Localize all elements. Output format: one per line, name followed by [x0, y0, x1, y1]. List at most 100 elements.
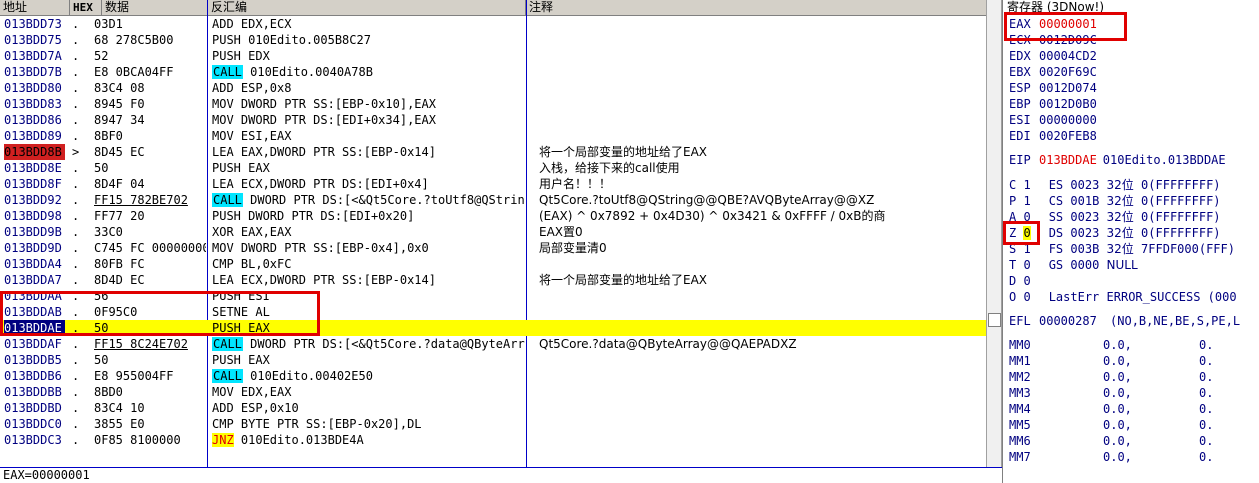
register-efl[interactable]: EFL 00000287 (NO,B,NE,BE,S,PE,L — [1009, 313, 1240, 329]
row-hex-data: 8BD0 — [94, 385, 123, 399]
mmx-name: MM6 — [1009, 434, 1031, 448]
flag-value[interactable]: 1 — [1023, 194, 1030, 208]
row-address: 013BDDBD — [4, 400, 68, 416]
row-instruction: XOR EAX,EAX — [212, 225, 292, 239]
register-ebx[interactable]: EBX 0020F69C — [1009, 64, 1097, 80]
table-row[interactable]: 013BDD7B. E8 0BCA04FF CALL 010Edito.0040A7… — [0, 64, 986, 80]
row-instruction: PUSH 010Edito.005B8C27 — [212, 33, 371, 47]
flag-p[interactable]: P 1 CS 001B 32位 0(FFFFFFFF) — [1009, 193, 1221, 209]
row-address: 013BDDAF — [4, 336, 68, 352]
register-esp[interactable]: ESP 0012D074 — [1009, 80, 1097, 96]
row-comment — [539, 368, 984, 384]
flag-d[interactable]: D 0 — [1009, 273, 1049, 289]
table-row[interactable]: 013BDD80. 83C4 08 ADD ESP,0x8 — [0, 80, 986, 96]
table-row[interactable]: 013BDDC3. 0F85 8100000 JNZ 010Edito.013BDE… — [0, 432, 986, 448]
jump-marker: . — [72, 337, 80, 351]
table-row[interactable]: 013BDDB5. 50 PUSH EAX — [0, 352, 986, 368]
flag-t[interactable]: T 0 GS 0000 NULL — [1009, 257, 1138, 273]
register-mm2[interactable]: MM2 0.0, 0. — [1009, 369, 1213, 385]
register-mm7[interactable]: MM7 0.0, 0. — [1009, 449, 1213, 465]
table-row[interactable]: 013BDD92. FF15 782BE702 CALL DWORD PTR DS:… — [0, 192, 986, 208]
register-mm0[interactable]: MM0 0.0, 0. — [1009, 337, 1213, 353]
table-row[interactable]: 013BDD75. 68 278C5B00 PUSH 010Edito.005B8C… — [0, 32, 986, 48]
flag-z[interactable]: Z 0 DS 0023 32位 0(FFFFFFFF) — [1009, 225, 1221, 241]
header-disassembly[interactable]: 反汇编 — [208, 0, 526, 15]
register-mm1[interactable]: MM1 0.0, 0. — [1009, 353, 1213, 369]
table-row[interactable]: 013BDD8E. 50 PUSH EAX 入栈，给接下来的call使用 — [0, 160, 986, 176]
scrollbar-thumb[interactable] — [988, 313, 1001, 327]
register-value[interactable]: 0012D074 — [1039, 81, 1097, 95]
table-row[interactable]: 013BDD89. 8BF0 MOV ESI,EAX — [0, 128, 986, 144]
flag-value[interactable]: 0 — [1023, 258, 1030, 272]
flag-value[interactable]: 1 — [1023, 178, 1030, 192]
table-row[interactable]: 013BDDA4. 80FB FC CMP BL,0xFC — [0, 256, 986, 272]
flag-name: T — [1009, 258, 1017, 272]
register-name: ESI — [1009, 113, 1031, 127]
header-data[interactable]: 数据 — [102, 0, 208, 15]
register-edi[interactable]: EDI 0020FEB8 — [1009, 128, 1097, 144]
table-row[interactable]: 013BDD86. 8947 34 MOV DWORD PTR DS:[EDI+0x… — [0, 112, 986, 128]
row-comment: 将一个局部变量的地址给了EAX — [539, 273, 708, 287]
address-text: 013BDD8B — [4, 144, 65, 160]
register-mm3[interactable]: MM3 0.0, 0. — [1009, 385, 1213, 401]
jump-marker: . — [72, 161, 80, 175]
row-comment — [539, 96, 984, 112]
header-address[interactable]: 地址 — [0, 0, 70, 15]
register-ebp[interactable]: EBP 0012D0B0 — [1009, 96, 1097, 112]
row-instruction: LEA ECX,DWORD PTR SS:[EBP-0x14] — [212, 273, 436, 287]
register-value[interactable]: 00000287 — [1039, 314, 1097, 328]
table-row[interactable]: 013BDD9D. C745 FC 00000000 MOV DWORD PTR S… — [0, 240, 986, 256]
vertical-scrollbar[interactable] — [986, 0, 1002, 467]
segment-name: SS — [1048, 210, 1064, 224]
register-mm6[interactable]: MM6 0.0, 0. — [1009, 433, 1213, 449]
header-comment[interactable]: 注释 — [526, 0, 986, 15]
mmx-name: MM4 — [1009, 402, 1031, 416]
register-name: EIP — [1009, 153, 1031, 167]
flag-s[interactable]: S 1 FS 003B 32位 7FFDF000(FFF) — [1009, 241, 1235, 257]
table-row[interactable]: 013BDDA7. 8D4D EC LEA ECX,DWORD PTR SS:[EB… — [0, 272, 986, 288]
jump-marker: > — [72, 145, 80, 159]
flag-value[interactable]: 0 — [1023, 290, 1030, 304]
jump-marker: . — [72, 193, 80, 207]
table-row[interactable]: 013BDDC0. 3855 E0 CMP BYTE PTR SS:[EBP-0x2… — [0, 416, 986, 432]
register-value[interactable]: 0012D0B0 — [1039, 97, 1097, 111]
flag-value[interactable]: 0 — [1023, 274, 1030, 288]
address-text: 013BDDA7 — [4, 273, 62, 287]
row-address: 013BDD75 — [4, 32, 68, 48]
registers-pane[interactable]: 寄存器 (3DNow!) EAX 00000001 ECX 0012D09C EDX 00… — [1002, 0, 1259, 483]
register-value[interactable]: 0020FEB8 — [1039, 129, 1097, 143]
mmx-value-b: 0. — [1199, 370, 1214, 384]
register-edx[interactable]: EDX 00004CD2 — [1009, 48, 1097, 64]
register-value[interactable]: 013BDDAE — [1039, 153, 1097, 167]
address-text: 013BDD8F — [4, 177, 62, 191]
register-eip[interactable]: EIP 013BDDAE 010Edito.013BDDAE — [1009, 152, 1226, 168]
flag-o[interactable]: O 0 LastErr ERROR_SUCCESS (000 — [1009, 289, 1237, 305]
register-mm4[interactable]: MM4 0.0, 0. — [1009, 401, 1213, 417]
table-row[interactable]: 013BDD8F. 8D4F 04 LEA ECX,DWORD PTR DS:[ED… — [0, 176, 986, 192]
table-row[interactable]: 013BDD98. FF77 20 PUSH DWORD PTR DS:[EDI+0… — [0, 208, 986, 224]
table-row[interactable]: 013BDDBB. 8BD0 MOV EDX,EAX — [0, 384, 986, 400]
register-value[interactable]: 0020F69C — [1039, 65, 1097, 79]
segment-bits: 32位 — [1106, 210, 1134, 224]
jump-marker: . — [72, 177, 80, 191]
table-row[interactable]: 013BDDBD. 83C4 10 ADD ESP,0x10 — [0, 400, 986, 416]
row-instruction: ADD ESP,0x10 — [212, 401, 299, 415]
row-instruction: PUSH DWORD PTR DS:[EDI+0x20] — [212, 209, 415, 223]
table-row[interactable]: 013BDD9B. 33C0 XOR EAX,EAX EAX置0 — [0, 224, 986, 240]
setne-highlight-box — [0, 291, 320, 336]
disassembly-pane[interactable]: 地址 HEX 数据 反汇编 注释 013BDD73. 03D1 ADD EDX,EC… — [0, 0, 986, 467]
table-row[interactable]: 013BDD83. 8945 F0 MOV DWORD PTR SS:[EBP-0x… — [0, 96, 986, 112]
table-row[interactable]: 013BDD73. 03D1 ADD EDX,ECX — [0, 16, 986, 32]
register-value[interactable]: 00004CD2 — [1039, 49, 1097, 63]
register-esi[interactable]: ESI 00000000 — [1009, 112, 1097, 128]
table-row[interactable]: 013BDDAF. FF15 8C24E702 CALL DWORD PTR DS:… — [0, 336, 986, 352]
table-row[interactable]: 013BDDB6. E8 955004FF CALL 010Edito.00402E… — [0, 368, 986, 384]
header-hex[interactable]: HEX — [70, 0, 102, 15]
table-row[interactable]: 013BDD7A. 52 PUSH EDX — [0, 48, 986, 64]
register-mm5[interactable]: MM5 0.0, 0. — [1009, 417, 1213, 433]
flag-c[interactable]: C 1 ES 0023 32位 0(FFFFFFFF) — [1009, 177, 1221, 193]
table-row[interactable]: 013BDD8B >8D45 EC LEA EAX,DWORD PTR SS:[EB… — [0, 144, 986, 160]
row-instruction: MOV ESI,EAX — [212, 129, 292, 143]
flag-a[interactable]: A 0 SS 0023 32位 0(FFFFFFFF) — [1009, 209, 1221, 225]
register-value[interactable]: 00000000 — [1039, 113, 1097, 127]
